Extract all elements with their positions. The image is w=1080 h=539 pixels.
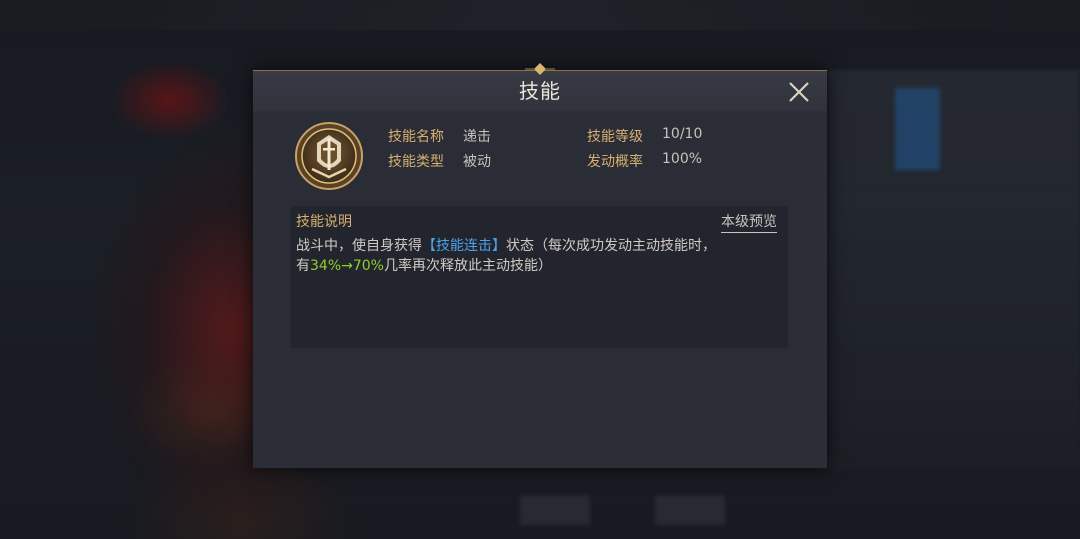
skill-emblem-icon [295,122,363,190]
description-line2-prefix: 有 [296,258,310,274]
skill-type-value: 被动 [463,154,491,170]
description-line1-suffix: 状态（每次成功发动主动技能时， [506,238,716,254]
skill-type-label: 技能类型 [388,154,444,170]
dialog-title: 技能 [519,79,561,103]
description-panel [291,206,788,348]
chance-highlight: 34%→70% [310,258,384,274]
description-line1-prefix: 战斗中，使自身获得 [296,238,422,254]
status-highlight: 【技能连击】 [422,238,506,254]
description-title: 技能说明 [296,214,352,230]
description-line2-suffix: 几率再次释放此主动技能） [383,258,552,274]
trigger-rate-label: 发动概率 [587,154,643,170]
skill-level-label: 技能等级 [587,129,643,145]
trigger-rate-value: 100% [662,151,703,167]
skill-name-label: 技能名称 [388,129,444,145]
level-preview-link[interactable]: 本级预览 [721,211,777,233]
skill-level-value: 10/10 [662,126,703,142]
description-text: 战斗中，使自身获得【技能连击】状态（每次成功发动主动技能时， 有34%→70%几… [296,236,784,276]
skill-name-value: 递击 [463,129,491,145]
close-icon[interactable] [785,78,813,106]
